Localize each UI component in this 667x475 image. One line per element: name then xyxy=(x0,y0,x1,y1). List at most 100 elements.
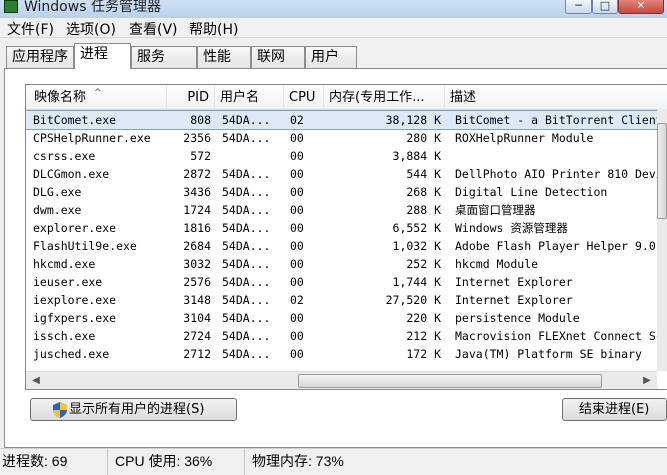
cell-memory: 280 K xyxy=(406,131,441,145)
tab-networking[interactable]: 联网 xyxy=(251,46,305,68)
cell-pid: 808 xyxy=(190,113,211,127)
cell-user: 54DA... xyxy=(222,257,271,271)
cell-cpu: 00 xyxy=(290,167,304,181)
process-row[interactable]: DLG.exe 3436 54DA... 00 268 K Digital Line De… xyxy=(26,183,658,201)
tab-users[interactable]: 用户 xyxy=(305,46,357,68)
process-row[interactable]: ieuser.exe 2576 54DA... 00 1,744 K Internet E… xyxy=(26,273,658,291)
cell-cpu: 00 xyxy=(290,311,304,325)
process-list[interactable]: 映像名称 ^ PID 用户名 CPU 内存(专用工作... 描述 BitCome… xyxy=(25,84,667,390)
tab-applications[interactable]: 应用程序 xyxy=(6,46,74,68)
cell-user: 54DA... xyxy=(222,239,271,253)
cell-description: 桌面窗口管理器 xyxy=(455,203,536,217)
cell-user: 54DA... xyxy=(222,221,271,235)
menu-options[interactable]: 选项(O) xyxy=(66,19,116,39)
status-memory: 物理内存: 73% xyxy=(252,453,344,469)
show-all-users-label: 显示所有用户的进程(S) xyxy=(69,402,205,417)
vertical-scrollbar[interactable] xyxy=(657,109,667,371)
end-process-label: 结束进程(E) xyxy=(579,402,650,417)
column-image-name[interactable]: 映像名称 ^ xyxy=(26,85,167,110)
cell-pid: 2576 xyxy=(183,275,211,289)
process-row[interactable]: explorer.exe 1816 54DA... 00 6,552 K Windows … xyxy=(26,219,658,237)
cell-image-name: ieuser.exe xyxy=(33,275,103,289)
end-process-button[interactable]: 结束进程(E) xyxy=(562,398,667,421)
menu-file[interactable]: 文件(F) xyxy=(7,19,54,39)
close-button[interactable]: ✕ xyxy=(618,0,664,14)
column-image-name-label: 映像名称 xyxy=(34,90,87,105)
cell-user: 54DA... xyxy=(222,167,271,181)
cell-user: 54DA... xyxy=(222,185,271,199)
column-cpu[interactable]: CPU xyxy=(284,85,324,110)
cell-user: 54DA... xyxy=(222,311,271,325)
column-pid[interactable]: PID xyxy=(167,85,215,110)
show-all-users-button[interactable]: 显示所有用户的进程(S) xyxy=(30,398,237,421)
cell-pid: 1724 xyxy=(183,203,211,217)
horizontal-scrollbar[interactable]: ◀ ▶ xyxy=(26,371,657,389)
status-cpu-usage: CPU 使用: 36% xyxy=(113,449,245,475)
cell-memory: 544 K xyxy=(406,167,441,181)
cell-cpu: 00 xyxy=(290,203,304,217)
maximize-button[interactable]: □ xyxy=(592,0,618,14)
cell-description: Java(TM) Platform SE binary xyxy=(455,347,642,361)
cell-image-name: CPSHelpRunner.exe xyxy=(33,131,151,145)
process-row[interactable]: jusched.exe 2712 54DA... 00 172 K Java(TM) Pl… xyxy=(26,345,658,363)
tab-processes[interactable]: 进程 xyxy=(74,43,131,69)
process-row[interactable]: igfxpers.exe 3104 54DA... 00 220 K persistenc… xyxy=(26,309,658,327)
cell-image-name: DLCGmon.exe xyxy=(33,167,110,181)
cell-cpu: 00 xyxy=(290,329,304,343)
cell-pid: 1816 xyxy=(183,221,211,235)
vertical-scroll-thumb[interactable] xyxy=(657,123,667,219)
cell-memory: 1,032 K xyxy=(392,239,441,253)
cell-description xyxy=(455,147,658,165)
column-memory[interactable]: 内存(专用工作... xyxy=(324,85,445,110)
column-user[interactable]: 用户名 xyxy=(215,85,284,110)
cell-image-name: DLG.exe xyxy=(33,185,82,199)
process-row[interactable]: issch.exe 2724 54DA... 00 212 K Macrovision F… xyxy=(26,327,658,345)
window-title: Windows 任务管理器 xyxy=(24,0,161,15)
column-description[interactable]: 描述 xyxy=(445,85,667,110)
cell-memory: 220 K xyxy=(406,311,441,325)
process-row[interactable]: DLCGmon.exe 2872 54DA... 00 544 K DellPhoto A… xyxy=(26,165,658,183)
menu-bar: 文件(F) 选项(O) 查看(V) 帮助(H) xyxy=(0,18,667,38)
sort-arrow-icon: ^ xyxy=(94,88,102,98)
cell-user: 54DA... xyxy=(222,275,271,289)
cell-pid: 2724 xyxy=(183,329,211,343)
cell-description: BitComet - a BitTorrent Client xyxy=(455,113,658,127)
process-row[interactable]: iexplore.exe 3148 54DA... 02 27,520 K Interne… xyxy=(26,291,658,309)
cell-user: 54DA... xyxy=(222,203,271,217)
cell-description: Macrovision FLEXnet Connect Sch xyxy=(455,329,658,343)
cell-memory: 212 K xyxy=(406,329,441,343)
scroll-right-icon[interactable]: ▶ xyxy=(639,373,655,389)
cell-description: DellPhoto AIO Printer 810 Device xyxy=(455,167,658,181)
process-row[interactable]: CPSHelpRunner.exe 2356 54DA... 00 280 K ROXHe… xyxy=(26,129,658,147)
cell-description: persistence Module xyxy=(455,311,580,325)
cell-image-name: FlashUtil9e.exe xyxy=(33,239,137,253)
uac-shield-icon xyxy=(53,402,67,418)
minimize-button[interactable]: ─ xyxy=(565,0,592,14)
cell-user: 54DA... xyxy=(222,329,271,343)
tab-performance[interactable]: 性能 xyxy=(197,46,251,68)
process-row[interactable]: hkcmd.exe 3032 54DA... 00 252 K hkcmd Module xyxy=(26,255,658,273)
cell-cpu: 00 xyxy=(290,221,304,235)
cell-memory: 252 K xyxy=(406,257,441,271)
cell-image-name: csrss.exe xyxy=(33,149,96,163)
cell-pid: 2684 xyxy=(183,239,211,253)
cell-description: Windows 资源管理器 xyxy=(455,221,568,235)
process-row[interactable]: csrss.exe 572 00 3,884 K xyxy=(26,147,658,165)
horizontal-scroll-thumb[interactable] xyxy=(298,374,602,388)
cell-description: Internet Explorer xyxy=(455,275,573,289)
cell-user: 54DA... xyxy=(222,347,271,361)
cell-image-name: iexplore.exe xyxy=(33,293,117,307)
cell-memory: 268 K xyxy=(406,185,441,199)
cell-cpu: 00 xyxy=(290,185,304,199)
cell-pid: 3104 xyxy=(183,311,211,325)
process-row[interactable]: dwm.exe 1724 54DA... 00 288 K 桌面窗口管理器 xyxy=(26,201,658,219)
tab-services[interactable]: 服务 xyxy=(131,46,197,68)
cell-image-name: explorer.exe xyxy=(33,221,117,235)
cell-cpu: 00 xyxy=(290,275,304,289)
scroll-left-icon[interactable]: ◀ xyxy=(28,373,44,389)
menu-view[interactable]: 查看(V) xyxy=(129,19,178,39)
menu-help[interactable]: 帮助(H) xyxy=(189,19,238,39)
cell-user: 54DA... xyxy=(222,293,271,307)
process-row[interactable]: BitComet.exe 808 54DA... 02 38,128 K BitComet… xyxy=(26,110,659,130)
process-row[interactable]: FlashUtil9e.exe 2684 54DA... 00 1,032 K Adobe… xyxy=(26,237,658,255)
